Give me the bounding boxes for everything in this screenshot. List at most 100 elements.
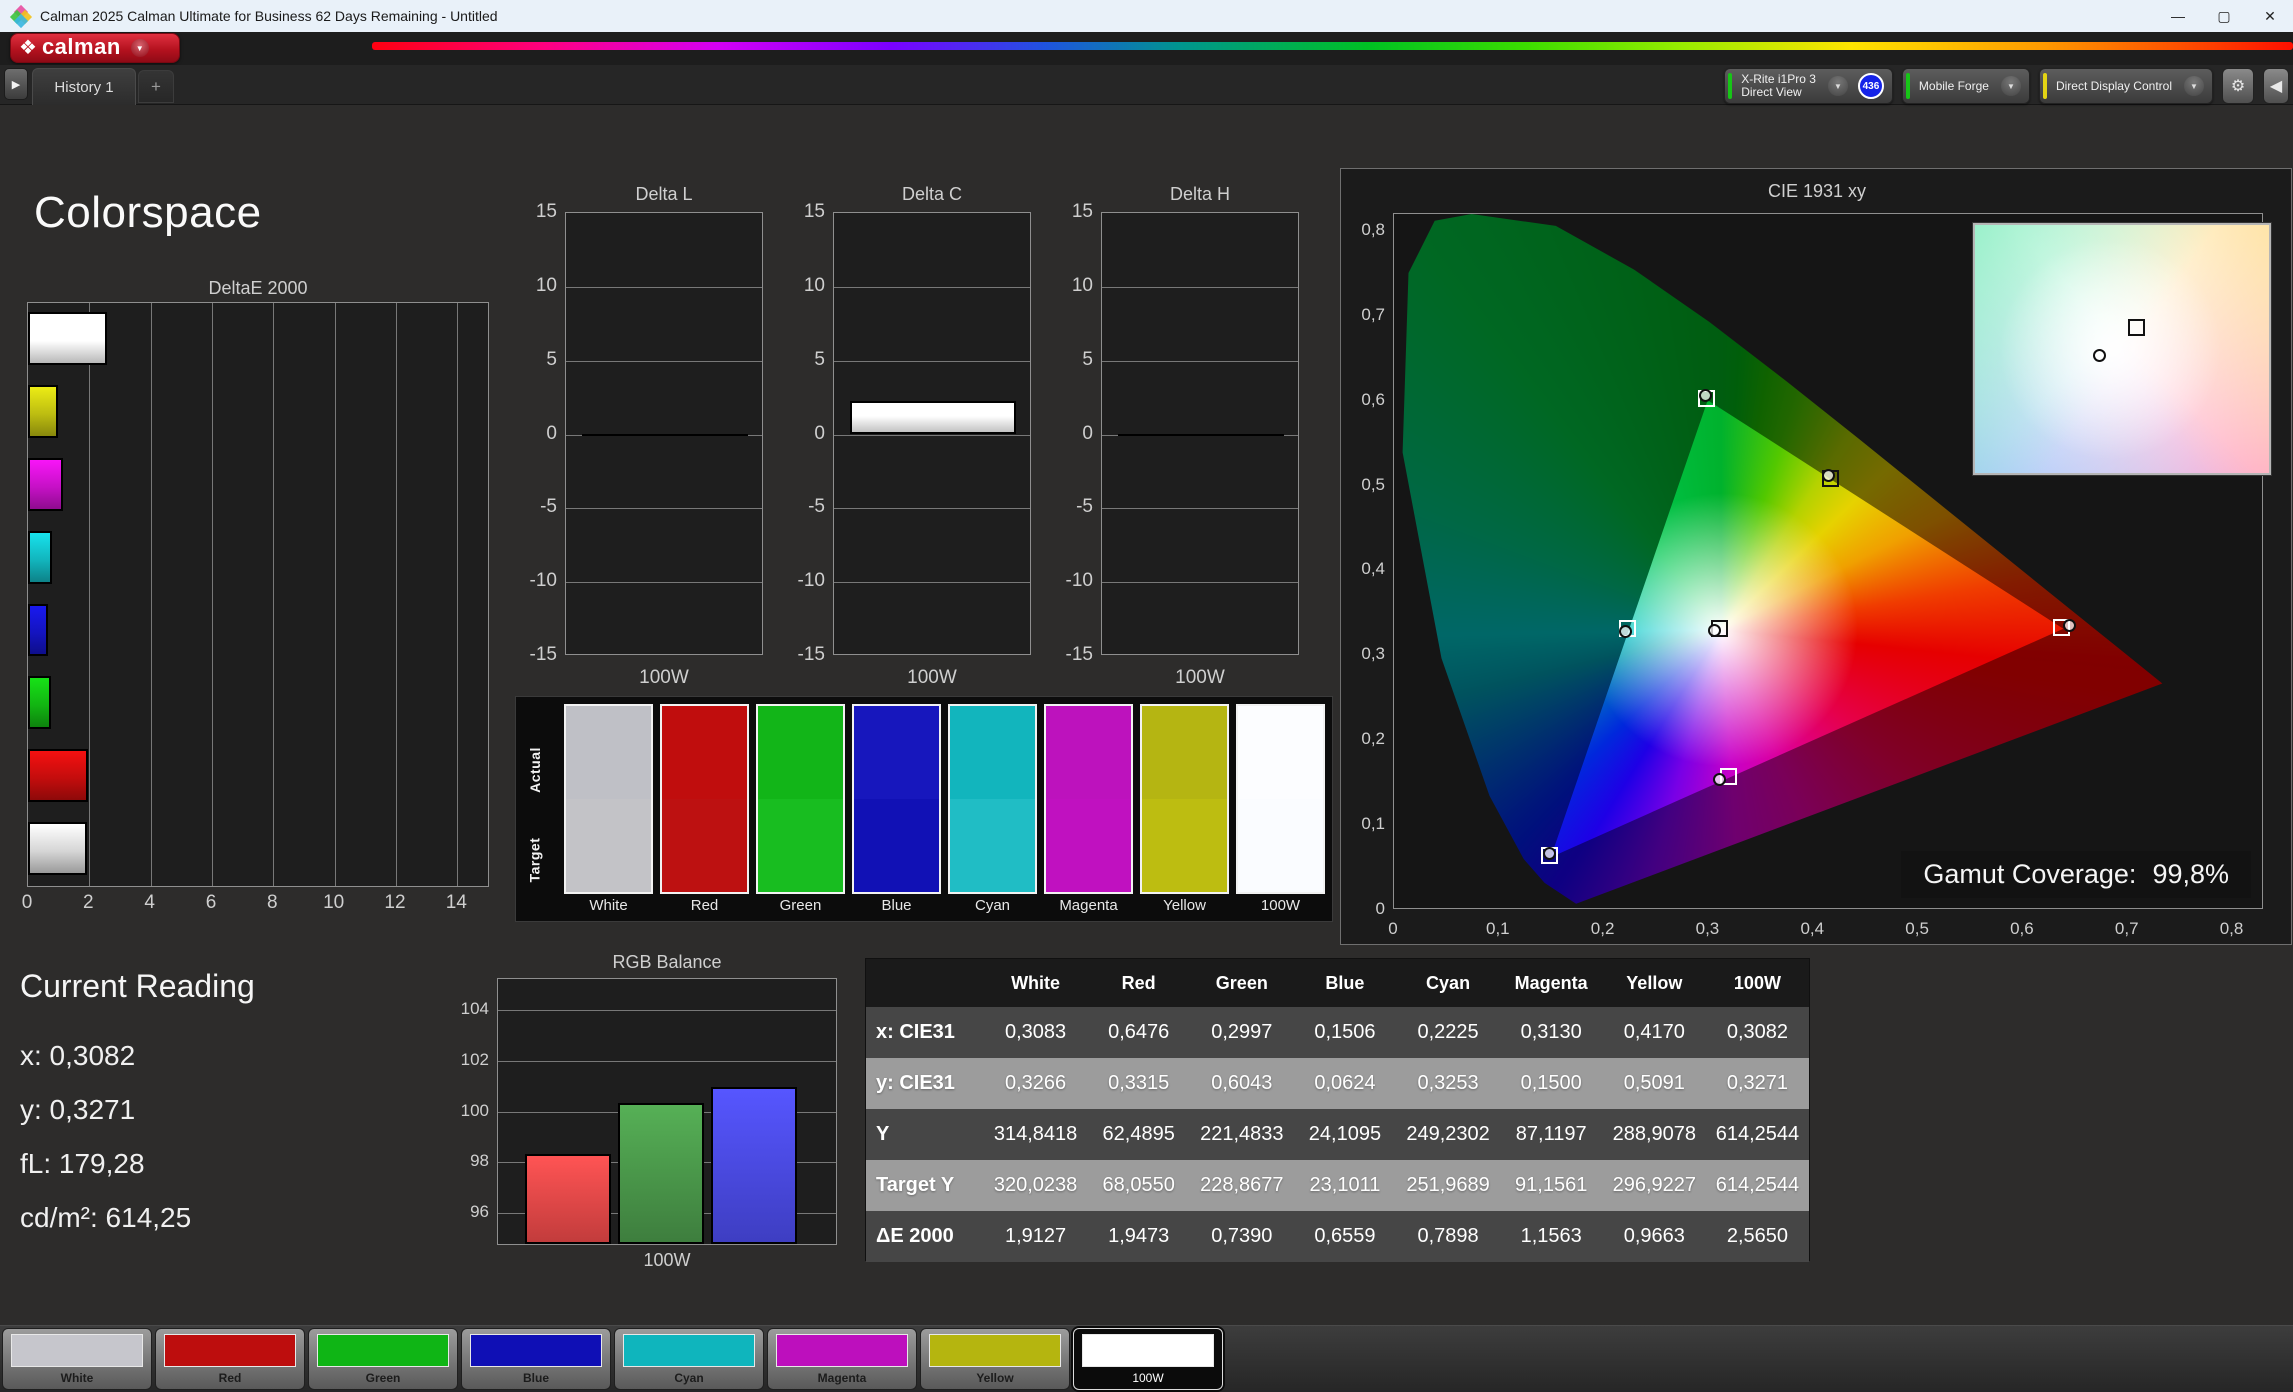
measurement-table: White Red Green Blue Cyan Magenta Yellow 100W x:…: [865, 958, 1810, 1262]
device-status-1: [1905, 73, 1910, 99]
reading-x: x: 0,3082: [20, 1040, 136, 1071]
swatch-label-red: Red: [690, 897, 719, 914]
deltae-grid-10: [334, 303, 336, 886]
table-cell-y-cyan: 249,2302: [1406, 1123, 1490, 1145]
reading-cdm: cd/m²: 614,25: [20, 1202, 192, 1233]
patch-label-magenta: Magenta: [817, 1371, 867, 1385]
cie-xtick-5: 0,5: [1905, 919, 1929, 938]
patch-button-green[interactable]: Green: [308, 1328, 458, 1390]
device-button-2[interactable]: Direct Display Control ▼: [2038, 68, 2213, 104]
patch-button-yellow[interactable]: Yellow: [920, 1328, 1070, 1390]
delta-h-ytick-10: 10: [1071, 274, 1093, 296]
deltae-bar-100w: [28, 312, 107, 365]
swatch-blue: [852, 704, 941, 894]
patch-label-yellow: Yellow: [976, 1371, 1014, 1385]
table-cell-e2000-blue: 0,6559: [1314, 1225, 1376, 1247]
close-icon[interactable]: ✕: [2247, 0, 2293, 32]
table-rowhead-e2000: ΔE 2000: [876, 1225, 954, 1247]
swatch-red-actual: [662, 706, 747, 799]
patch-button-blue[interactable]: Blue: [461, 1328, 611, 1390]
device-dropdown-icon-1[interactable]: ▼: [2000, 76, 2021, 96]
delta-c-xlabel: 100W: [907, 667, 957, 688]
device-status-2: [2042, 73, 2047, 99]
delta-c-ytick-0: 0: [814, 422, 825, 444]
delta-l-grid-5: [566, 360, 762, 362]
rgb-ytick-102: 102: [460, 1049, 489, 1069]
swatch-red: [660, 704, 749, 894]
minimize-icon[interactable]: —: [2155, 0, 2201, 32]
table-cell-xcie31-green: 0,2997: [1211, 1021, 1273, 1043]
maximize-icon[interactable]: ▢: [2201, 0, 2247, 32]
delta-c-ytick-15: 15: [803, 201, 825, 222]
table-col-white: White: [1011, 972, 1061, 993]
reading-y: y: 0,3271: [20, 1094, 136, 1125]
rgb-chart-title: RGB Balance: [612, 952, 722, 972]
table-cell-xcie31-white: 0,3083: [1004, 1021, 1067, 1043]
table-cell-y-100w: 614,2544: [1715, 1123, 1800, 1145]
swatch-blue-target: [854, 799, 939, 892]
swatch-label-white: White: [589, 897, 628, 914]
calman-menu-button[interactable]: ❖ calman ▼: [10, 33, 180, 63]
rgb-grid-102: [498, 1060, 836, 1062]
delta-c-ytick-5: 5: [814, 348, 825, 370]
swatch-label-magenta: Magenta: [1059, 897, 1118, 914]
rgb-bar-red: [525, 1153, 611, 1244]
device-label-2: Direct Display Control: [2055, 78, 2172, 93]
deltae-bar-cyan: [28, 530, 53, 584]
patch-button-cyan[interactable]: Cyan: [614, 1328, 764, 1390]
window-title: Calman 2025 Calman Ultimate for Business…: [40, 8, 498, 24]
cie-ytick-8: 0,8: [1361, 219, 1385, 239]
table-cell-targety-100w: 614,2544: [1715, 1174, 1800, 1196]
device-dropdown-icon-2[interactable]: ▼: [2184, 76, 2204, 96]
deltae-bar-green: [28, 676, 51, 730]
device-button-0[interactable]: X-Rite i1Pro 3 Direct View ▼ 436: [1724, 68, 1893, 104]
swatch-green-actual: [758, 706, 843, 799]
patch-chip-red: [164, 1334, 296, 1367]
delta-l-grid--10: [566, 582, 762, 584]
rgb-bar-green: [618, 1102, 704, 1244]
deltae-bar-magenta: [28, 457, 64, 511]
table-col-green: Green: [1215, 972, 1268, 993]
cie-xtick-6: 0,6: [2010, 919, 2034, 938]
swatch-magenta: [1044, 704, 1133, 894]
deltae-bar-white: [28, 822, 87, 875]
swatch-yellow-target: [1142, 799, 1227, 892]
logo-dropdown-icon[interactable]: ▼: [130, 39, 149, 57]
patch-button-magenta[interactable]: Magenta: [767, 1328, 917, 1390]
cie-xtick-4: 0,4: [1800, 919, 1825, 938]
rgb-chart-xlabel: 100W: [643, 1250, 691, 1270]
table-rowhead-targety: Target Y: [876, 1174, 955, 1196]
delta-h-grid--5: [1102, 508, 1298, 510]
table-cell-targety-red: 68,0550: [1102, 1174, 1175, 1196]
table-header-row: White Red Green Blue Cyan Magenta Yellow 100W: [866, 959, 1809, 1007]
table-cell-xcie31-magenta: 0,3130: [1520, 1021, 1582, 1043]
collapse-toolbar-button[interactable]: ◀: [2263, 68, 2289, 104]
settings-button[interactable]: ⚙: [2222, 68, 2254, 104]
delta-h-ytick-0: 0: [1082, 422, 1093, 444]
add-tab-button[interactable]: +: [138, 70, 174, 103]
inset-measured-marker: [2092, 349, 2106, 362]
delta-c-ytick--5: -5: [808, 496, 825, 518]
swatch-label-100w: 100W: [1260, 897, 1301, 914]
device-dropdown-icon-0[interactable]: ▼: [1827, 76, 1848, 96]
patch-button-white[interactable]: White: [2, 1328, 152, 1390]
table-cell-e2000-yellow: 0,9663: [1623, 1225, 1685, 1247]
swatch-white-target: [566, 799, 651, 892]
device-button-1[interactable]: Mobile Forge ▼: [1901, 68, 2030, 104]
tab-history-1[interactable]: History 1: [32, 68, 136, 105]
patch-button-red[interactable]: Red: [155, 1328, 305, 1390]
delta-h-grid-10: [1102, 286, 1298, 288]
calman-logo-icon: ❖: [19, 37, 37, 59]
patch-button-100w[interactable]: 100W: [1073, 1328, 1223, 1390]
table-cell-xcie31-red: 0,6476: [1108, 1021, 1170, 1043]
delta-c-bar-100w: [849, 400, 1017, 435]
table-col-100w: 100W: [1733, 972, 1781, 993]
calman-app: Calman 2025 Calman Ultimate for Business…: [0, 0, 2293, 1392]
table-cell-e2000-magenta: 1,1563: [1520, 1225, 1582, 1247]
gamut-coverage-label: Gamut Coverage:: [1923, 859, 2137, 889]
swatch-cyan-target: [950, 799, 1035, 892]
table-cell-e2000-red: 1,9473: [1108, 1225, 1170, 1247]
cie-xtick-8: 0,8: [2219, 919, 2244, 938]
layout-nav-button[interactable]: ▶: [4, 68, 28, 100]
patch-chip-white: [11, 1334, 143, 1367]
